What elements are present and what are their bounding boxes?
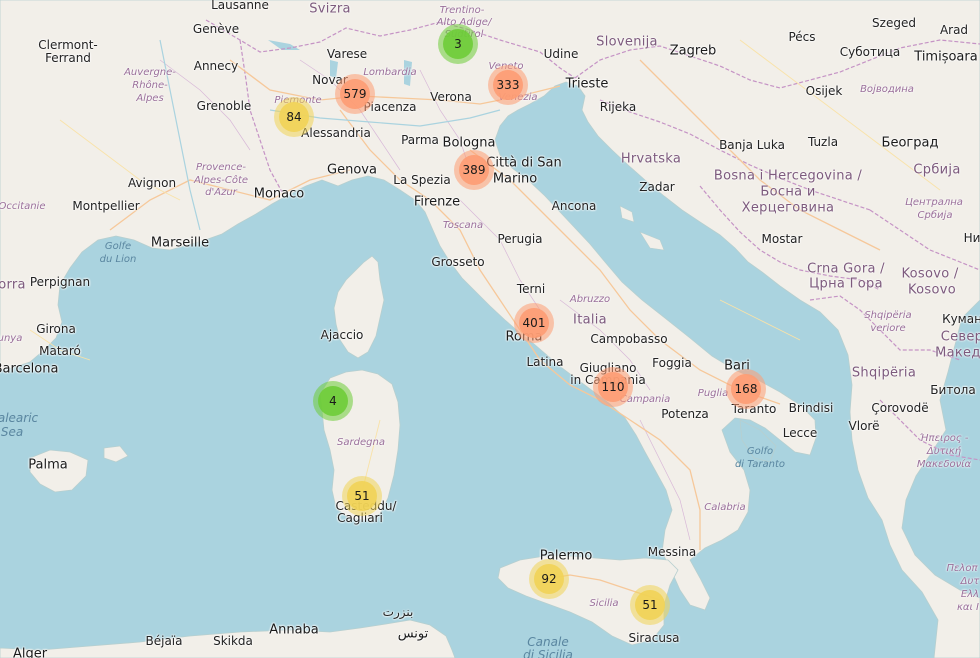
map-view[interactable]: Svizra Slovenija Hrvatska Italia Bosna i…: [0, 0, 980, 658]
marker-cluster[interactable]: 401: [514, 303, 554, 343]
map-base-tiles[interactable]: [0, 0, 980, 658]
cluster-count: 51: [635, 590, 665, 620]
marker-cluster[interactable]: 84: [274, 97, 314, 137]
marker-cluster[interactable]: 51: [630, 585, 670, 625]
cluster-count: 51: [347, 481, 377, 511]
cluster-count: 4: [318, 386, 348, 416]
marker-cluster[interactable]: 579: [335, 74, 375, 114]
marker-cluster[interactable]: 4: [313, 381, 353, 421]
marker-cluster[interactable]: 168: [726, 369, 766, 409]
cluster-count: 168: [731, 374, 761, 404]
cluster-count: 92: [534, 564, 564, 594]
cluster-count: 110: [598, 372, 628, 402]
cluster-count: 579: [340, 79, 370, 109]
marker-cluster[interactable]: 333: [488, 65, 528, 105]
cluster-count: 333: [493, 70, 523, 100]
cluster-count: 84: [279, 102, 309, 132]
cluster-count: 3: [443, 29, 473, 59]
marker-cluster[interactable]: 92: [529, 559, 569, 599]
marker-cluster[interactable]: 51: [342, 476, 382, 516]
cluster-count: 401: [519, 308, 549, 338]
marker-cluster[interactable]: 110: [593, 367, 633, 407]
cluster-count: 389: [459, 155, 489, 185]
marker-cluster[interactable]: 3: [438, 24, 478, 64]
marker-cluster[interactable]: 389: [454, 150, 494, 190]
